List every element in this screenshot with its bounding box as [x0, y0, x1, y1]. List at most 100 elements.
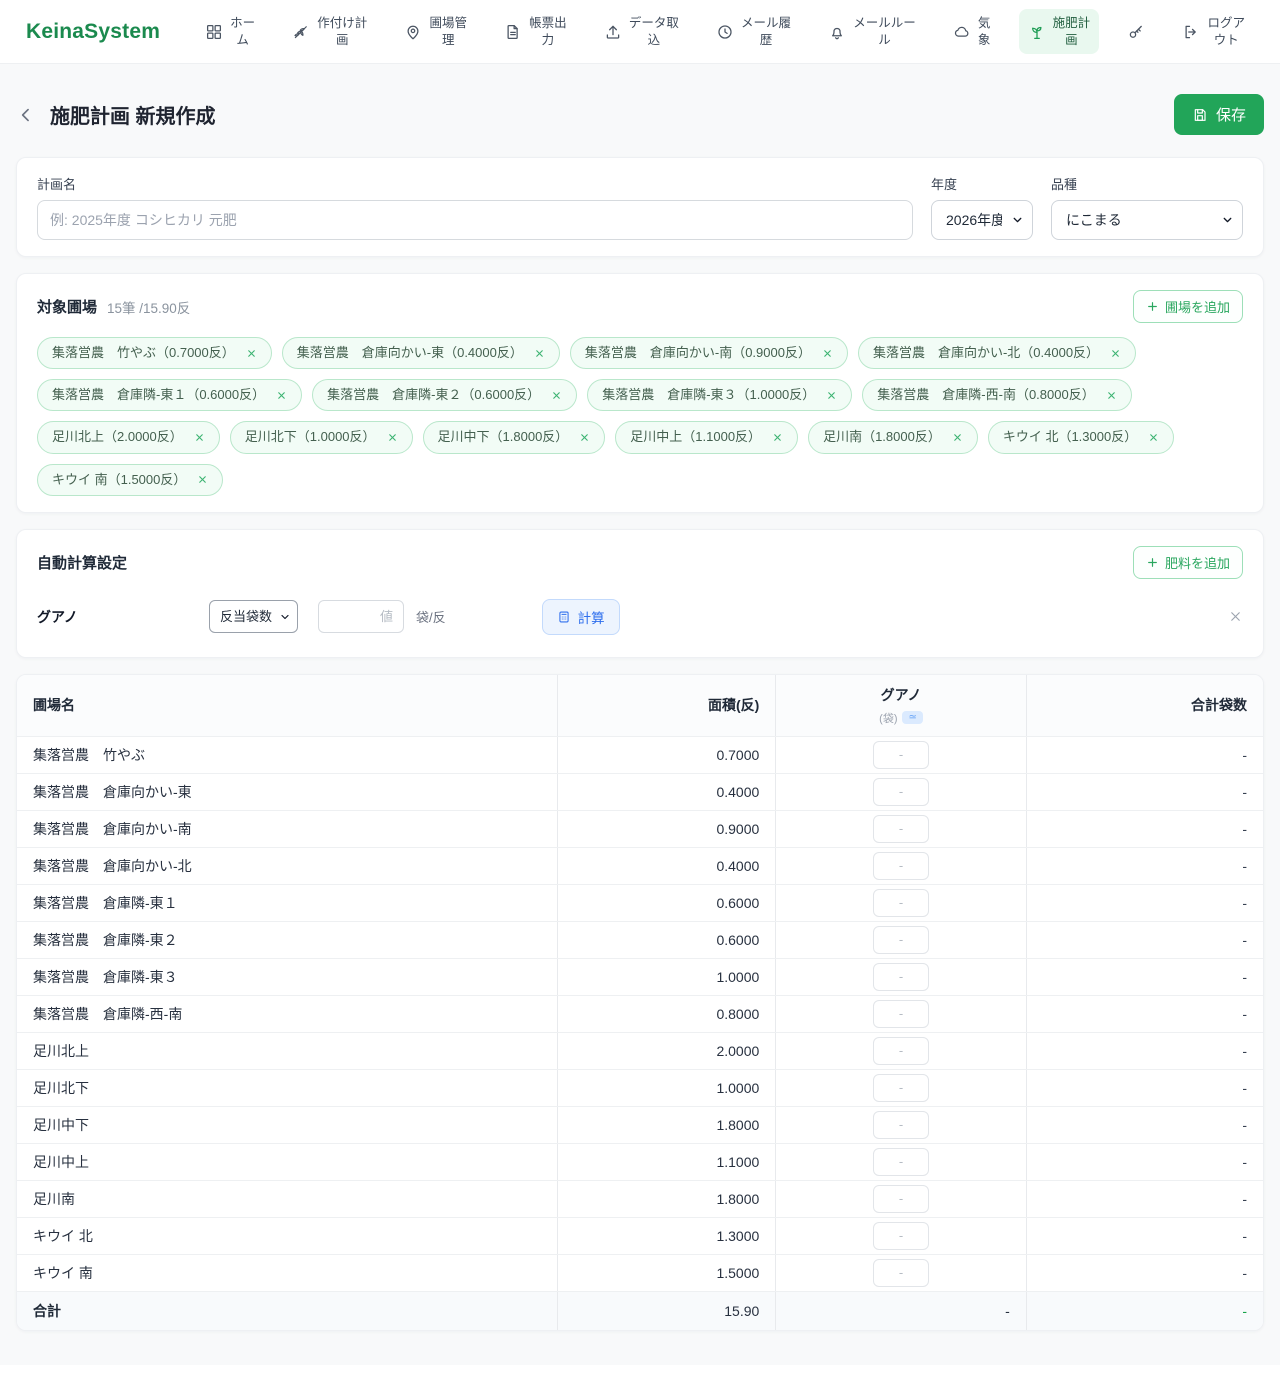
nav-item-logout[interactable]: ログア ウト: [1173, 9, 1254, 55]
field-name-cell: 集落営農 竹やぶ: [17, 736, 558, 773]
guano-bags-input[interactable]: [873, 1185, 929, 1213]
seedling-icon: [1028, 23, 1046, 41]
add-fertilizer-button[interactable]: 肥料を追加: [1133, 546, 1243, 579]
nav-item-field-management[interactable]: 圃場管 理: [395, 9, 476, 55]
fields-table-body: 集落営農 竹やぶ 0.7000 - 集落営農 倉庫向かい-東 0.4000 - …: [17, 736, 1263, 1291]
field-tag-label: 集落営農 竹やぶ（0.7000反）: [52, 344, 235, 362]
tag-remove-icon[interactable]: [276, 390, 287, 401]
guano-bags-input[interactable]: [873, 1148, 929, 1176]
guano-bags-input[interactable]: [873, 778, 929, 806]
variety-select[interactable]: にこまる: [1051, 200, 1243, 240]
guano-bags-input[interactable]: [873, 1000, 929, 1028]
tag-remove-icon[interactable]: [1148, 432, 1159, 443]
tag-remove-icon[interactable]: [1106, 390, 1117, 401]
guano-bags-input[interactable]: [873, 852, 929, 880]
fields-table-card: 圃場名 面積(反) グアノ (袋) ≃ 合計袋数 集落営農 竹やぶ 0.7000: [16, 674, 1264, 1332]
tag-remove-icon[interactable]: [822, 348, 833, 359]
header-guano-name: グアノ: [792, 685, 1009, 705]
field-tag: 集落営農 竹やぶ（0.7000反）: [37, 337, 272, 369]
document-icon: [504, 23, 522, 41]
nav-item-cropping-plan[interactable]: 作付け計 画: [283, 9, 376, 55]
remove-fertilizer-icon[interactable]: [1228, 609, 1243, 624]
calculate-button[interactable]: 計算: [542, 599, 620, 635]
field-tag-label: 足川南（1.8000反）: [823, 428, 941, 446]
nav-item-fertilization-plan[interactable]: 施肥計 画: [1019, 9, 1100, 55]
save-button[interactable]: 保存: [1174, 94, 1264, 135]
grid-icon: [205, 23, 223, 41]
tag-remove-icon[interactable]: [387, 432, 398, 443]
guano-bags-input[interactable]: [873, 963, 929, 991]
row-total-cell: -: [1026, 1217, 1263, 1254]
field-tag-label: 集落営農 倉庫隣-東１（0.6000反）: [52, 386, 265, 404]
guano-cell: [776, 1106, 1026, 1143]
nav-item-data-import[interactable]: データ取 込: [595, 9, 688, 55]
tag-remove-icon[interactable]: [579, 432, 590, 443]
tag-remove-icon[interactable]: [1110, 348, 1121, 359]
upload-icon: [604, 23, 622, 41]
guano-cell: [776, 1254, 1026, 1291]
brand-logo[interactable]: KeinaSystem: [26, 20, 160, 44]
nav-item-weather[interactable]: 気 象: [944, 9, 1000, 55]
calculate-button-label: 計算: [578, 607, 605, 627]
tag-remove-icon[interactable]: [194, 432, 205, 443]
history-icon: [716, 23, 734, 41]
fertilizer-row: グアノ 反当袋数 袋/反 計算: [37, 599, 1243, 641]
year-label: 年度: [931, 174, 1033, 193]
tag-remove-icon[interactable]: [246, 348, 257, 359]
plan-name-input[interactable]: [37, 200, 913, 240]
guano-bags-input[interactable]: [873, 926, 929, 954]
guano-bags-input[interactable]: [873, 1037, 929, 1065]
field-tag: 足川北上（2.0000反）: [37, 421, 220, 453]
field-name-cell: 足川中下: [17, 1106, 558, 1143]
tag-remove-icon[interactable]: [534, 348, 545, 359]
table-row: 集落営農 倉庫隣-東１ 0.6000 -: [17, 884, 1263, 921]
guano-bags-input[interactable]: [873, 889, 929, 917]
target-fields-title: 対象圃場: [37, 296, 97, 317]
row-total-cell: -: [1026, 736, 1263, 773]
nav-item-report-output[interactable]: 帳票出 力: [495, 9, 576, 55]
field-name-cell: 集落営農 倉庫隣-東２: [17, 921, 558, 958]
nav-item-home[interactable]: ホー ム: [196, 9, 264, 55]
back-button[interactable]: [16, 105, 36, 125]
auto-calc-title: 自動計算設定: [37, 552, 127, 573]
field-tag-label: 足川北下（1.0000反）: [245, 428, 376, 446]
nav-item-mail-history[interactable]: メール履 歴: [707, 9, 800, 55]
field-name-cell: 集落営農 倉庫向かい-北: [17, 847, 558, 884]
field-tag-label: 集落営農 倉庫隣-西-南（0.8000反）: [877, 386, 1094, 404]
table-row: 集落営農 倉庫向かい-北 0.4000 -: [17, 847, 1263, 884]
field-name-cell: 集落営農 倉庫隣-東１: [17, 884, 558, 921]
area-cell: 0.6000: [558, 884, 776, 921]
field-name-cell: キウイ 北: [17, 1217, 558, 1254]
year-select[interactable]: 2026年度: [931, 200, 1033, 240]
target-fields-card: 対象圃場 15筆 /15.90反 圃場を追加 集落営農 竹やぶ（0.7000反）…: [16, 273, 1264, 513]
plan-name-label: 計画名: [37, 174, 913, 193]
guano-cell: [776, 1069, 1026, 1106]
add-fertilizer-button-label: 肥料を追加: [1165, 553, 1230, 572]
row-total-cell: -: [1026, 1143, 1263, 1180]
calc-method-select[interactable]: 反当袋数: [209, 600, 298, 633]
tag-remove-icon[interactable]: [826, 390, 837, 401]
tag-remove-icon[interactable]: [772, 432, 783, 443]
guano-bags-input[interactable]: [873, 815, 929, 843]
calc-value-input[interactable]: [318, 600, 404, 633]
tag-remove-icon[interactable]: [197, 474, 208, 485]
guano-bags-input[interactable]: [873, 1222, 929, 1250]
logout-icon: [1182, 23, 1200, 41]
nav-item-mail-rules[interactable]: メールルー ル: [819, 9, 925, 55]
nav-item-api-key[interactable]: [1118, 17, 1154, 47]
key-icon: [1127, 23, 1145, 41]
page-bottom: [0, 1365, 1280, 1379]
tag-remove-icon[interactable]: [551, 390, 562, 401]
guano-bags-input[interactable]: [873, 1259, 929, 1287]
field-tag-label: キウイ 南（1.5000反）: [52, 471, 186, 489]
tag-remove-icon[interactable]: [952, 432, 963, 443]
bell-icon: [828, 23, 846, 41]
table-row: 足川中下 1.8000 -: [17, 1106, 1263, 1143]
area-cell: 0.9000: [558, 810, 776, 847]
guano-bags-input[interactable]: [873, 1111, 929, 1139]
add-field-button[interactable]: 圃場を追加: [1133, 290, 1243, 323]
guano-bags-input[interactable]: [873, 741, 929, 769]
guano-bags-input[interactable]: [873, 1074, 929, 1102]
field-name-cell: 足川中上: [17, 1143, 558, 1180]
area-cell: 1.3000: [558, 1217, 776, 1254]
